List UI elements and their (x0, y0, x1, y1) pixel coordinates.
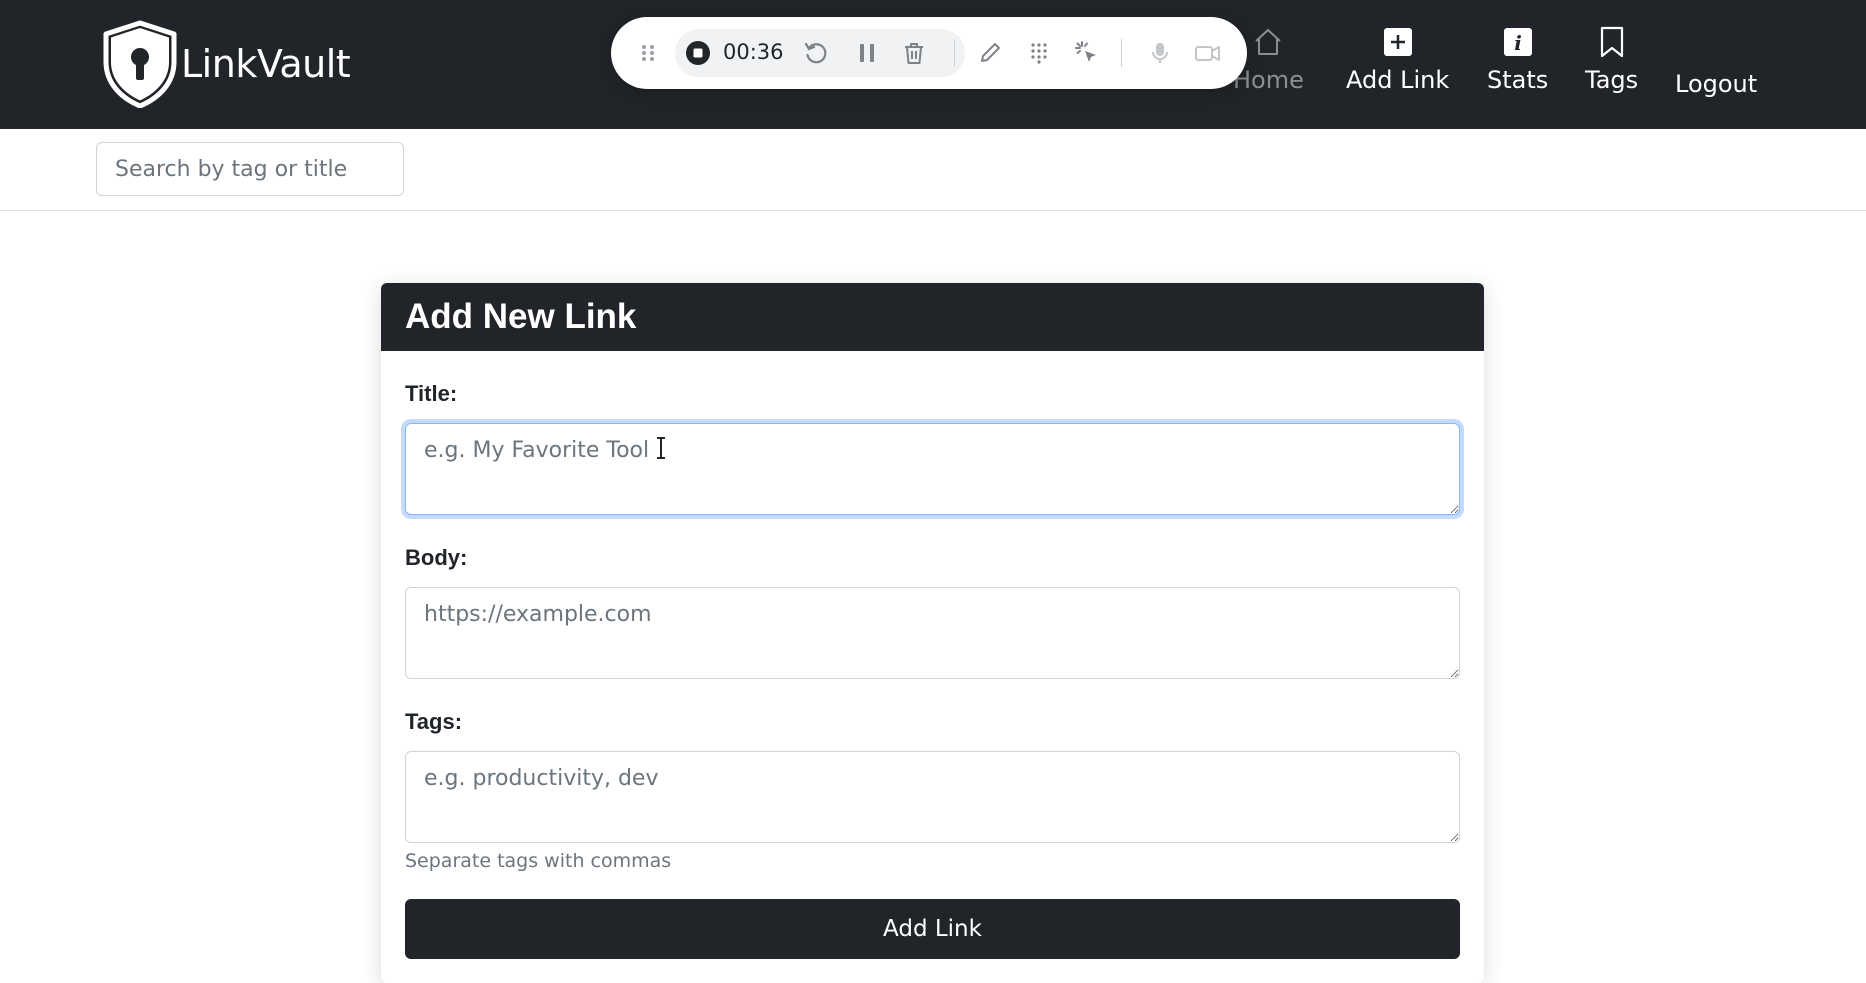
title-field[interactable] (405, 423, 1460, 515)
click-highlight-icon[interactable] (1074, 40, 1100, 66)
brand[interactable]: LinkVault (101, 20, 351, 108)
search-bar-area (0, 129, 1866, 211)
tags-help-text: Separate tags with commas (405, 850, 672, 872)
svg-text:i: i (1514, 31, 1522, 55)
nav-home-label: Home (1233, 66, 1304, 94)
add-link-button[interactable]: Add Link (405, 899, 1460, 959)
pen-icon[interactable] (977, 40, 1003, 66)
grid-icon[interactable] (1026, 40, 1052, 66)
screen-recorder-toolbar: 00:36 (611, 17, 1247, 89)
search-input[interactable] (96, 142, 404, 196)
nav-tags[interactable]: Tags (1585, 24, 1638, 104)
microphone-icon[interactable] (1147, 40, 1173, 66)
tags-field[interactable] (405, 751, 1460, 843)
add-link-card: Add New Link Title: Body: Tags: Separate… (381, 283, 1484, 983)
restart-icon[interactable] (803, 40, 829, 66)
drag-handle-icon[interactable] (638, 43, 658, 63)
bookmark-icon (1599, 24, 1625, 60)
plus-square-icon (1383, 24, 1413, 60)
shield-keyhole-icon (103, 20, 177, 108)
tags-label: Tags: (405, 709, 463, 734)
pause-icon[interactable] (854, 40, 880, 66)
nav-add-link-label: Add Link (1346, 66, 1450, 94)
stop-icon[interactable] (685, 40, 711, 66)
nav-logout[interactable]: Logout (1675, 70, 1757, 98)
text-cursor-icon (657, 437, 665, 459)
recording-timer: 00:36 (723, 40, 784, 64)
trash-icon[interactable] (901, 40, 927, 66)
camera-icon[interactable] (1194, 40, 1222, 66)
nav-stats[interactable]: i Stats (1487, 24, 1548, 104)
brand-name: LinkVault (181, 42, 351, 86)
nav-tags-label: Tags (1585, 66, 1639, 94)
toolbar-divider (954, 39, 955, 67)
nav-add-link[interactable]: Add Link (1346, 24, 1449, 104)
home-icon (1253, 24, 1283, 60)
nav-stats-label: Stats (1487, 66, 1549, 94)
title-label: Title: (405, 381, 458, 406)
body-field[interactable] (405, 587, 1460, 679)
info-square-icon: i (1503, 24, 1533, 60)
card-heading: Add New Link (381, 283, 1484, 351)
body-label: Body: (405, 545, 468, 570)
toolbar-divider (1121, 39, 1122, 67)
